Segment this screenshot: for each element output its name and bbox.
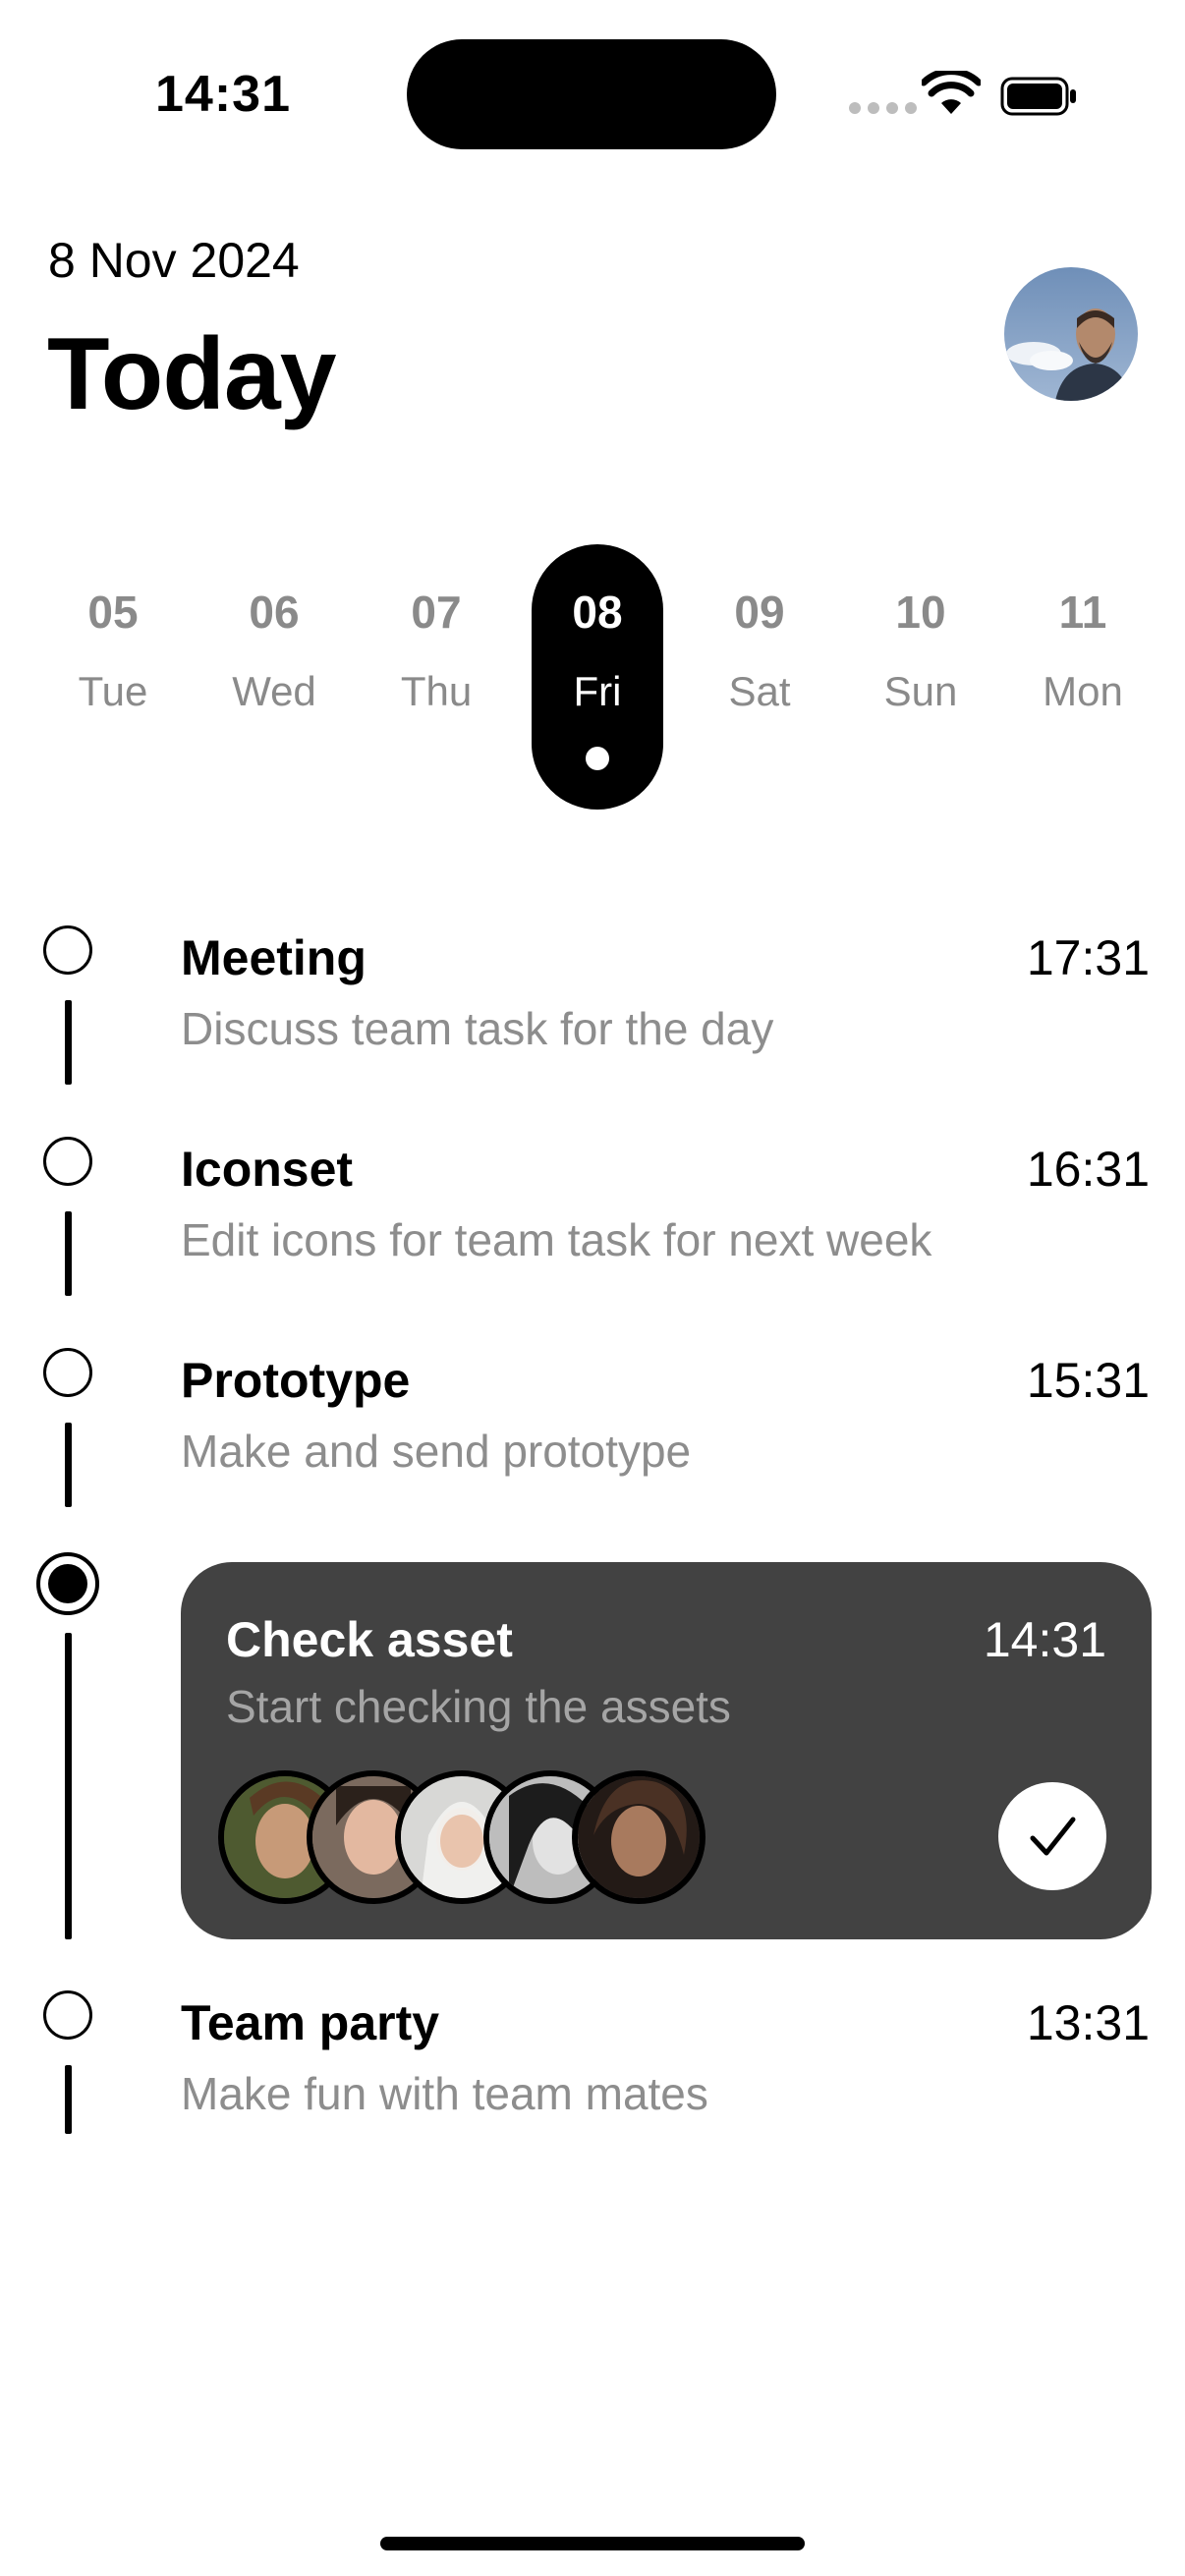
day-thu[interactable]: 07 Thu [370,544,502,810]
task-time: 13:31 [1026,1995,1150,2050]
task-time: 15:31 [1026,1353,1150,1408]
day-number: 11 [1058,587,1107,638]
task-time: 16:31 [1026,1142,1150,1197]
day-tue[interactable]: 05 Tue [47,544,179,810]
participants-group[interactable] [218,1770,709,1904]
task-time: 14:31 [983,1612,1106,1667]
day-number: 08 [572,587,623,638]
task-time: 17:31 [1026,930,1150,985]
task-status-circle[interactable] [43,1137,92,1186]
battery-icon [1000,77,1076,116]
task-description: Discuss team task for the day [181,1003,774,1054]
timeline-line [65,1211,72,1296]
timeline-line [65,1633,72,1939]
day-wed[interactable]: 06 Wed [208,544,340,810]
user-avatar-icon [1004,267,1138,401]
task-card-check-asset[interactable]: Check asset 14:31 Start checking the ass… [181,1562,1152,1939]
day-sat[interactable]: 09 Sat [694,544,825,810]
page-title: Today [47,317,337,431]
task-description: Edit icons for team task for next week [181,1214,932,1265]
day-name: Sun [883,668,958,714]
selected-day-dot [586,747,609,770]
profile-avatar[interactable] [1004,267,1138,401]
day-mon[interactable]: 11 Mon [1017,544,1149,810]
day-number: 10 [895,587,946,638]
status-time: 14:31 [155,66,291,123]
day-name: Sat [728,668,791,714]
current-date: 8 Nov 2024 [48,233,300,288]
task-title: Team party [181,1995,440,2050]
task-title: Iconset [181,1142,354,1197]
day-name: Wed [232,668,316,714]
participant-avatar [572,1770,705,1904]
day-fri-selected[interactable]: 08 Fri [532,544,663,810]
task-status-circle[interactable] [43,1990,92,2040]
task-title: Meeting [181,930,367,985]
timeline-line [65,1000,72,1085]
home-indicator[interactable] [380,2537,805,2550]
timeline-line [65,2065,72,2134]
day-number: 06 [249,587,300,638]
day-name: Thu [400,668,473,714]
complete-task-button[interactable] [998,1782,1106,1890]
day-name: Tue [78,668,148,714]
task-description: Make and send prototype [181,1426,692,1477]
task-description: Make fun with team mates [181,2068,708,2119]
task-description: Start checking the assets [226,1681,731,1732]
task-status-circle[interactable] [43,925,92,975]
task-title: Check asset [226,1612,513,1667]
cellular-signal-icon [849,102,917,114]
day-name: Fri [573,668,622,714]
day-number: 07 [411,587,462,638]
day-sun[interactable]: 10 Sun [855,544,987,810]
day-number: 09 [734,587,785,638]
timeline-line [65,1423,72,1507]
dynamic-island [407,39,776,149]
task-title: Prototype [181,1353,411,1408]
task-status-circle[interactable] [43,1348,92,1397]
day-number: 05 [87,587,139,638]
wifi-icon [922,71,981,114]
checkmark-icon [1030,1817,1076,1856]
active-task-circle[interactable] [36,1552,99,1615]
week-selector: 05 Tue 06 Wed 07 Thu 08 Fri 09 Sat 10 Su… [47,544,1144,810]
day-name: Mon [1043,668,1123,714]
